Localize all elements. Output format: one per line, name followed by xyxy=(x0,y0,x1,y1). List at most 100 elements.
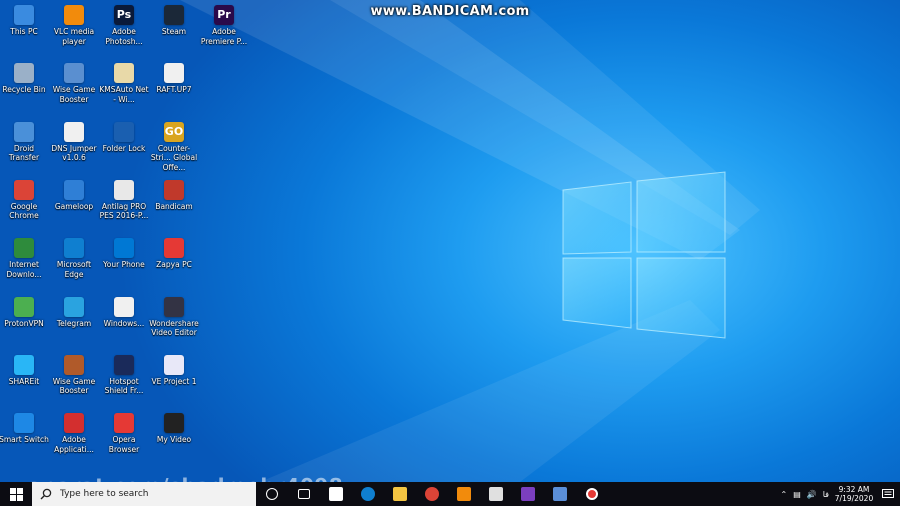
desktop-icon[interactable]: My Video xyxy=(149,410,199,445)
desktop-icon[interactable]: Opera Browser xyxy=(99,410,149,454)
mail-icon xyxy=(489,487,503,501)
clock-time: 9:32 AM xyxy=(838,485,870,494)
hotspot-shield-icon xyxy=(114,354,134,375)
desktop-icon[interactable]: Pr Adobe Premiere P... xyxy=(199,2,249,46)
desktop-icon[interactable]: This PC xyxy=(0,2,49,37)
taskbar-pinned-apps xyxy=(256,482,608,506)
taskbar-mail-button[interactable] xyxy=(480,482,512,506)
phone-icon xyxy=(114,238,134,259)
desktop-icon[interactable]: Antilag PRO PES 2016-P... xyxy=(99,177,149,221)
desktop-icon-label: VE Project 1 xyxy=(151,376,197,386)
folder-lock-icon xyxy=(114,121,134,142)
gameloop-icon xyxy=(64,179,84,200)
taskbar-search-box[interactable] xyxy=(32,482,256,506)
desktop-icon-label: Adobe Applicati... xyxy=(54,435,94,454)
taskbar-cortana-button[interactable] xyxy=(256,482,288,506)
desktop-icon[interactable]: KMSAuto Net - Wi... xyxy=(99,60,149,104)
desktop-icon-label: VLC media player xyxy=(53,27,95,46)
search-icon xyxy=(40,488,52,500)
desktop-icon-label: This PC xyxy=(10,27,38,36)
language-indicator[interactable]: فا xyxy=(820,490,832,499)
taskbar-vlc-button[interactable] xyxy=(448,482,480,506)
game-booster-icon xyxy=(64,63,84,84)
start-button[interactable] xyxy=(0,482,32,506)
cortana-icon xyxy=(266,488,278,500)
taskbar-clock[interactable]: 9:32 AM 7/19/2020 xyxy=(832,485,876,503)
file-icon xyxy=(114,63,134,84)
desktop-icon[interactable]: SHAREit xyxy=(0,352,49,387)
desktop-icon-label: Windows... xyxy=(103,318,145,328)
desktop-icon[interactable]: Folder Lock xyxy=(99,119,149,154)
desktop-icon[interactable]: Windows... xyxy=(99,294,149,329)
desktop-icon[interactable]: Telegram xyxy=(49,294,99,329)
desktop-icon-label: KMSAuto Net - Wi... xyxy=(99,85,149,104)
taskbar-file-explorer-button[interactable] xyxy=(384,482,416,506)
system-tray: ⌃ ▤ 🔊 فا 9:32 AM 7/19/2020 xyxy=(778,482,900,506)
search-input[interactable] xyxy=(60,489,240,499)
taskbar-store-button[interactable] xyxy=(320,482,352,506)
clock-date: 7/19/2020 xyxy=(834,494,874,503)
adobe-icon xyxy=(64,413,84,434)
desktop-icon[interactable]: DNS Jumper v1.0.6 xyxy=(49,119,99,163)
zapya-icon xyxy=(164,238,184,259)
desktop-icon[interactable]: RAFT.UP7 xyxy=(149,60,199,95)
volume-icon[interactable]: 🔊 xyxy=(804,490,820,499)
desktop-icon[interactable]: Ps Adobe Photosh... xyxy=(99,2,149,46)
game-booster-icon xyxy=(64,354,84,375)
taskbar-bandicam-button[interactable] xyxy=(576,482,608,506)
file-icon xyxy=(114,179,134,200)
desktop-icon-label: DNS Jumper v1.0.6 xyxy=(51,143,97,163)
file-icon xyxy=(164,63,184,84)
desktop-icon-label: ProtonVPN xyxy=(4,318,44,328)
desktop-icon[interactable]: Steam xyxy=(149,2,199,37)
desktop-icon-label: Antilag PRO PES 2016-P... xyxy=(99,201,149,221)
desktop-icon-label: Adobe Photosh... xyxy=(105,27,143,46)
desktop-icon[interactable]: Wondershare Video Editor xyxy=(149,294,199,338)
desktop-icon-label: Hotspot Shield Fr... xyxy=(104,376,144,396)
network-icon[interactable]: ▤ xyxy=(790,490,804,499)
desktop-icon[interactable]: GO Counter-Stri... Global Offe... xyxy=(149,119,199,173)
taskbar-task-view-button[interactable] xyxy=(288,482,320,506)
show-hidden-icons-chevron-icon[interactable]: ⌃ xyxy=(778,490,791,499)
file-icon xyxy=(64,121,84,142)
visual-studio-icon xyxy=(521,487,535,501)
taskbar-chrome-button[interactable] xyxy=(416,482,448,506)
taskbar-edge-button[interactable] xyxy=(352,482,384,506)
desktop-icon[interactable]: Gameloop xyxy=(49,177,99,212)
desktop-icon[interactable]: ProtonVPN xyxy=(0,294,49,329)
desktop-icon[interactable]: Zapya PC xyxy=(149,235,199,270)
desktop-icon-label: Wise Game Booster xyxy=(52,85,96,104)
desktop-icon[interactable]: Wise Game Booster xyxy=(49,60,99,104)
desktop-icon[interactable]: Recycle Bin xyxy=(0,60,49,95)
desktop-icon-label: Recycle Bin xyxy=(2,85,46,95)
desktop-icon[interactable]: Google Chrome xyxy=(0,177,49,221)
protonvpn-icon xyxy=(14,296,34,317)
taskbar-app-button[interactable] xyxy=(544,482,576,506)
desktop-icon[interactable]: VE Project 1 xyxy=(149,352,199,387)
desktop-icon[interactable]: Smart Switch xyxy=(0,410,49,445)
desktop-icon[interactable]: Droid Transfer xyxy=(0,119,49,163)
chrome-icon xyxy=(425,487,439,501)
desktop-icon-label: Microsoft Edge xyxy=(56,260,92,279)
vlc-icon xyxy=(457,487,471,501)
folder-icon xyxy=(393,487,407,501)
desktop-icon-label: My Video xyxy=(156,435,192,445)
telegram-icon xyxy=(64,296,84,317)
desktop-icon[interactable]: Microsoft Edge xyxy=(49,235,99,279)
desktop-icon[interactable]: Your Phone xyxy=(99,235,149,270)
taskbar-visual-studio-button[interactable] xyxy=(512,482,544,506)
desktop-icon[interactable]: Bandicam xyxy=(149,177,199,212)
desktop-icon[interactable]: VLC media player xyxy=(49,2,99,46)
notification-icon xyxy=(882,488,894,498)
vlc-icon xyxy=(64,5,84,25)
photoshop-icon: Ps xyxy=(114,5,134,25)
desktop-icon[interactable]: Internet Downlo... xyxy=(0,235,49,279)
desktop-icon[interactable]: Wise Game Booster xyxy=(49,352,99,396)
desktop-icon[interactable]: Adobe Applicati... xyxy=(49,410,99,454)
premiere-icon: Pr xyxy=(214,5,234,25)
video-file-icon xyxy=(164,413,184,434)
droid-transfer-icon xyxy=(14,121,34,142)
desktop-icon-label: Smart Switch xyxy=(0,435,49,445)
desktop-icon[interactable]: Hotspot Shield Fr... xyxy=(99,352,149,396)
action-center-button[interactable] xyxy=(876,482,900,506)
